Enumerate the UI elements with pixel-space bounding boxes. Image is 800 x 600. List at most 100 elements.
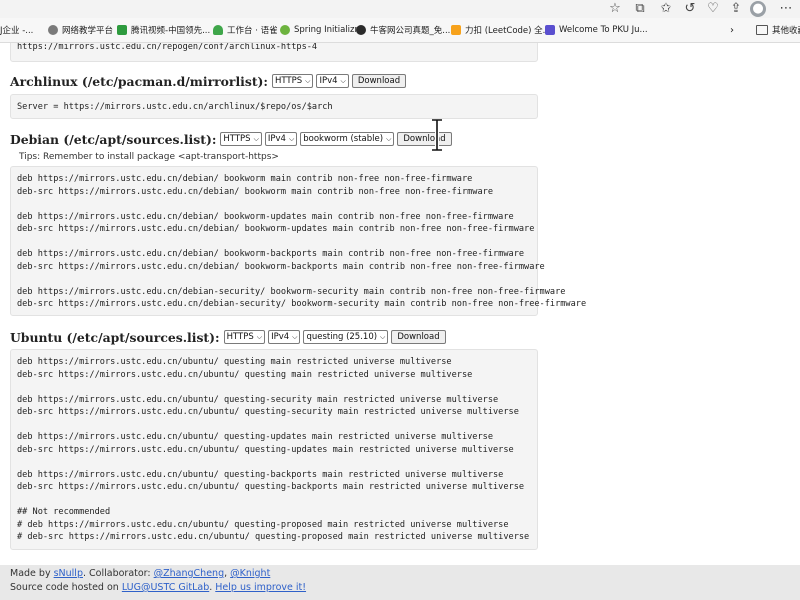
code-line: ## Not recommended: [17, 507, 111, 517]
bookmark-item[interactable]: Spring Initializr: [280, 18, 358, 42]
bookmark-item[interactable]: 工作台 · 语雀: [213, 18, 278, 42]
bookmark-label: Welcome To PKU Ju...: [559, 25, 648, 35]
code-line: deb-src https://mirrors.ustc.edu.cn/ubun…: [17, 482, 525, 492]
author-link[interactable]: sNullp: [54, 568, 83, 579]
protocol-select-value: HTTPS: [226, 332, 254, 342]
footer-text: Source code hosted on: [10, 582, 122, 593]
code-line: deb-src https://mirrors.ustc.edu.cn/ubun…: [17, 407, 519, 417]
tencent-video-icon: [117, 25, 127, 35]
chevron-down-icon: ⌵: [380, 332, 386, 341]
favorites-icon[interactable]: ✩: [658, 1, 674, 17]
globe-icon: [48, 25, 58, 35]
code-line: deb-src https://mirrors.ustc.edu.cn/ubun…: [17, 444, 514, 455]
profile-avatar-icon[interactable]: ●: [750, 1, 766, 17]
protocol-select[interactable]: HTTPS ⌵: [220, 132, 262, 146]
chevron-down-icon: ⌵: [253, 134, 259, 143]
section-title: Debian (/etc/apt/sources.list):: [10, 131, 217, 147]
download-button[interactable]: Download: [351, 74, 407, 88]
history-icon[interactable]: ↺: [682, 1, 698, 17]
bookmark-label: 腾讯视频-中国领先...: [131, 26, 211, 36]
code-line: https://mirrors.ustc.edu.cn/repogen/conf…: [17, 43, 318, 52]
code-line: Server = https://mirrors.ustc.edu.cn/arc…: [17, 102, 333, 112]
ip-version-select-value: IPv4: [267, 134, 286, 144]
bookmark-item[interactable]: 网络教学平台: [48, 18, 113, 42]
bookmarks-bar: J企业 -... 网络教学平台 腾讯视频-中国领先... 工作台 · 语雀 Sp…: [0, 18, 800, 43]
chevron-down-icon: ⌵: [288, 134, 295, 143]
bookmark-item[interactable]: Welcome To PKU Ju...: [545, 18, 648, 42]
bookmark-item[interactable]: 力扣 (LeetCode) 全...: [451, 18, 551, 42]
collaborator-link[interactable]: @Knight: [230, 568, 270, 579]
gitlab-link[interactable]: LUG@USTC GitLab: [122, 582, 209, 593]
main-content: https://mirrors.ustc.edu.cn/repogen/conf…: [0, 43, 586, 566]
debian-tips-text: Tips: Remember to install package <apt-t…: [19, 152, 279, 162]
chevron-down-icon: ⌵: [340, 76, 346, 85]
archlinux-conf-code-block: https://mirrors.ustc.edu.cn/repogen/conf…: [10, 43, 538, 62]
browser-toolbar: ☆ ⧉ ✩ ↺ ♡ ⇪ ● ⋯: [0, 0, 800, 18]
ip-version-select[interactable]: IPv4 ⌵: [316, 74, 349, 88]
bookmark-item[interactable]: 牛客网公司真题_免...: [356, 18, 450, 42]
bookmark-label: J企业 -...: [0, 26, 34, 36]
ip-version-select-value: IPv4: [319, 76, 338, 86]
bookmark-label: Spring Initializr: [294, 25, 358, 35]
download-button[interactable]: Download: [391, 330, 446, 344]
code-line: deb https://mirrors.ustc.edu.cn/ubuntu/ …: [17, 357, 452, 367]
code-line: deb-src https://mirrors.ustc.edu.cn/debi…: [17, 186, 493, 197]
code-line: deb-src https://mirrors.ustc.edu.cn/debi…: [17, 224, 535, 234]
bookmarks-overflow-chevron-icon[interactable]: ›: [730, 18, 734, 42]
niuke-icon: [356, 25, 366, 35]
bookmark-label: 网络教学平台: [62, 26, 114, 36]
text-cursor-icon: [432, 119, 442, 151]
debian-section-header: Debian (/etc/apt/sources.list): HTTPS ⌵ I…: [10, 131, 452, 147]
bookmark-item[interactable]: J企业 -...: [0, 18, 33, 42]
ubuntu-section-header: Ubuntu (/etc/apt/sources.list): HTTPS ⌵ I…: [10, 329, 446, 345]
page-right-margin: [559, 43, 800, 566]
page-footer: Made by sNullp. Collaborator: @ZhangChen…: [0, 565, 800, 600]
protocol-select-value: HTTPS: [275, 76, 303, 86]
ubuntu-code-block: deb https://mirrors.ustc.edu.cn/ubuntu/ …: [10, 349, 538, 550]
yuque-icon: [213, 25, 223, 35]
archlinux-code-block: Server = https://mirrors.ustc.edu.cn/arc…: [10, 94, 538, 119]
health-icon[interactable]: ♡: [705, 1, 721, 17]
protocol-select[interactable]: HTTPS ⌵: [223, 330, 266, 344]
code-line: deb https://mirrors.ustc.edu.cn/debian/ …: [17, 174, 473, 184]
footer-source: Source code hosted on LUG@USTC GitLab. H…: [10, 582, 306, 593]
code-line: # deb-src https://mirrors.ustc.edu.cn/ub…: [17, 532, 530, 542]
more-menu-icon[interactable]: ⋯: [778, 1, 794, 17]
ip-version-select-value: IPv4: [271, 332, 290, 342]
footer-credits: Made by sNullp. Collaborator: @ZhangChen…: [10, 568, 270, 579]
section-title: Ubuntu (/etc/apt/sources.list):: [10, 329, 220, 345]
chevron-down-icon: ⌵: [305, 76, 311, 85]
pku-icon: [545, 25, 555, 35]
release-select[interactable]: bookworm (stable) ⌵: [300, 132, 395, 146]
ip-version-select[interactable]: IPv4 ⌵: [268, 330, 301, 344]
protocol-select[interactable]: HTTPS ⌵: [272, 74, 314, 88]
code-line: # deb https://mirrors.ustc.edu.cn/ubuntu…: [17, 519, 509, 530]
footer-text: Made by: [10, 568, 54, 579]
chevron-down-icon: ⌵: [386, 134, 392, 143]
code-line: deb https://mirrors.ustc.edu.cn/ubuntu/ …: [17, 394, 499, 405]
code-line: deb-src https://mirrors.ustc.edu.cn/debi…: [17, 299, 587, 309]
share-icon[interactable]: ⇪: [728, 1, 744, 17]
bookmark-label: 工作台 · 语雀: [227, 26, 278, 36]
chevron-down-icon: ⌵: [256, 332, 263, 341]
code-line: deb-src https://mirrors.ustc.edu.cn/debi…: [17, 261, 545, 272]
section-title: Archlinux (/etc/pacman.d/mirrorlist):: [10, 73, 268, 89]
collaborator-link[interactable]: @ZhangCheng: [154, 568, 224, 579]
ip-version-select[interactable]: IPv4 ⌵: [264, 132, 298, 146]
bookmark-folder[interactable]: 其他收藏: [756, 18, 800, 42]
release-select-value: questing (25.10): [306, 332, 378, 342]
bookmark-item[interactable]: 腾讯视频-中国领先...: [117, 18, 210, 42]
help-improve-link[interactable]: Help us improve it!: [215, 582, 306, 593]
debian-code-block: deb https://mirrors.ustc.edu.cn/debian/ …: [10, 166, 586, 316]
leetcode-icon: [451, 25, 461, 35]
chevron-down-icon: ⌵: [292, 332, 298, 341]
footer-text: . Collaborator:: [82, 568, 154, 579]
bookmark-label: 力扣 (LeetCode) 全...: [465, 26, 551, 36]
favorite-star-icon[interactable]: ☆: [607, 1, 623, 17]
release-select-value: bookworm (stable): [303, 134, 384, 144]
extensions-icon[interactable]: ⧉: [632, 1, 648, 17]
code-line: deb https://mirrors.ustc.edu.cn/ubuntu/ …: [17, 432, 493, 442]
page-viewport[interactable]: https://mirrors.ustc.edu.cn/repogen/conf…: [0, 43, 800, 600]
release-select[interactable]: questing (25.10) ⌵: [303, 330, 389, 344]
bookmark-label: 牛客网公司真题_免...: [370, 26, 451, 36]
